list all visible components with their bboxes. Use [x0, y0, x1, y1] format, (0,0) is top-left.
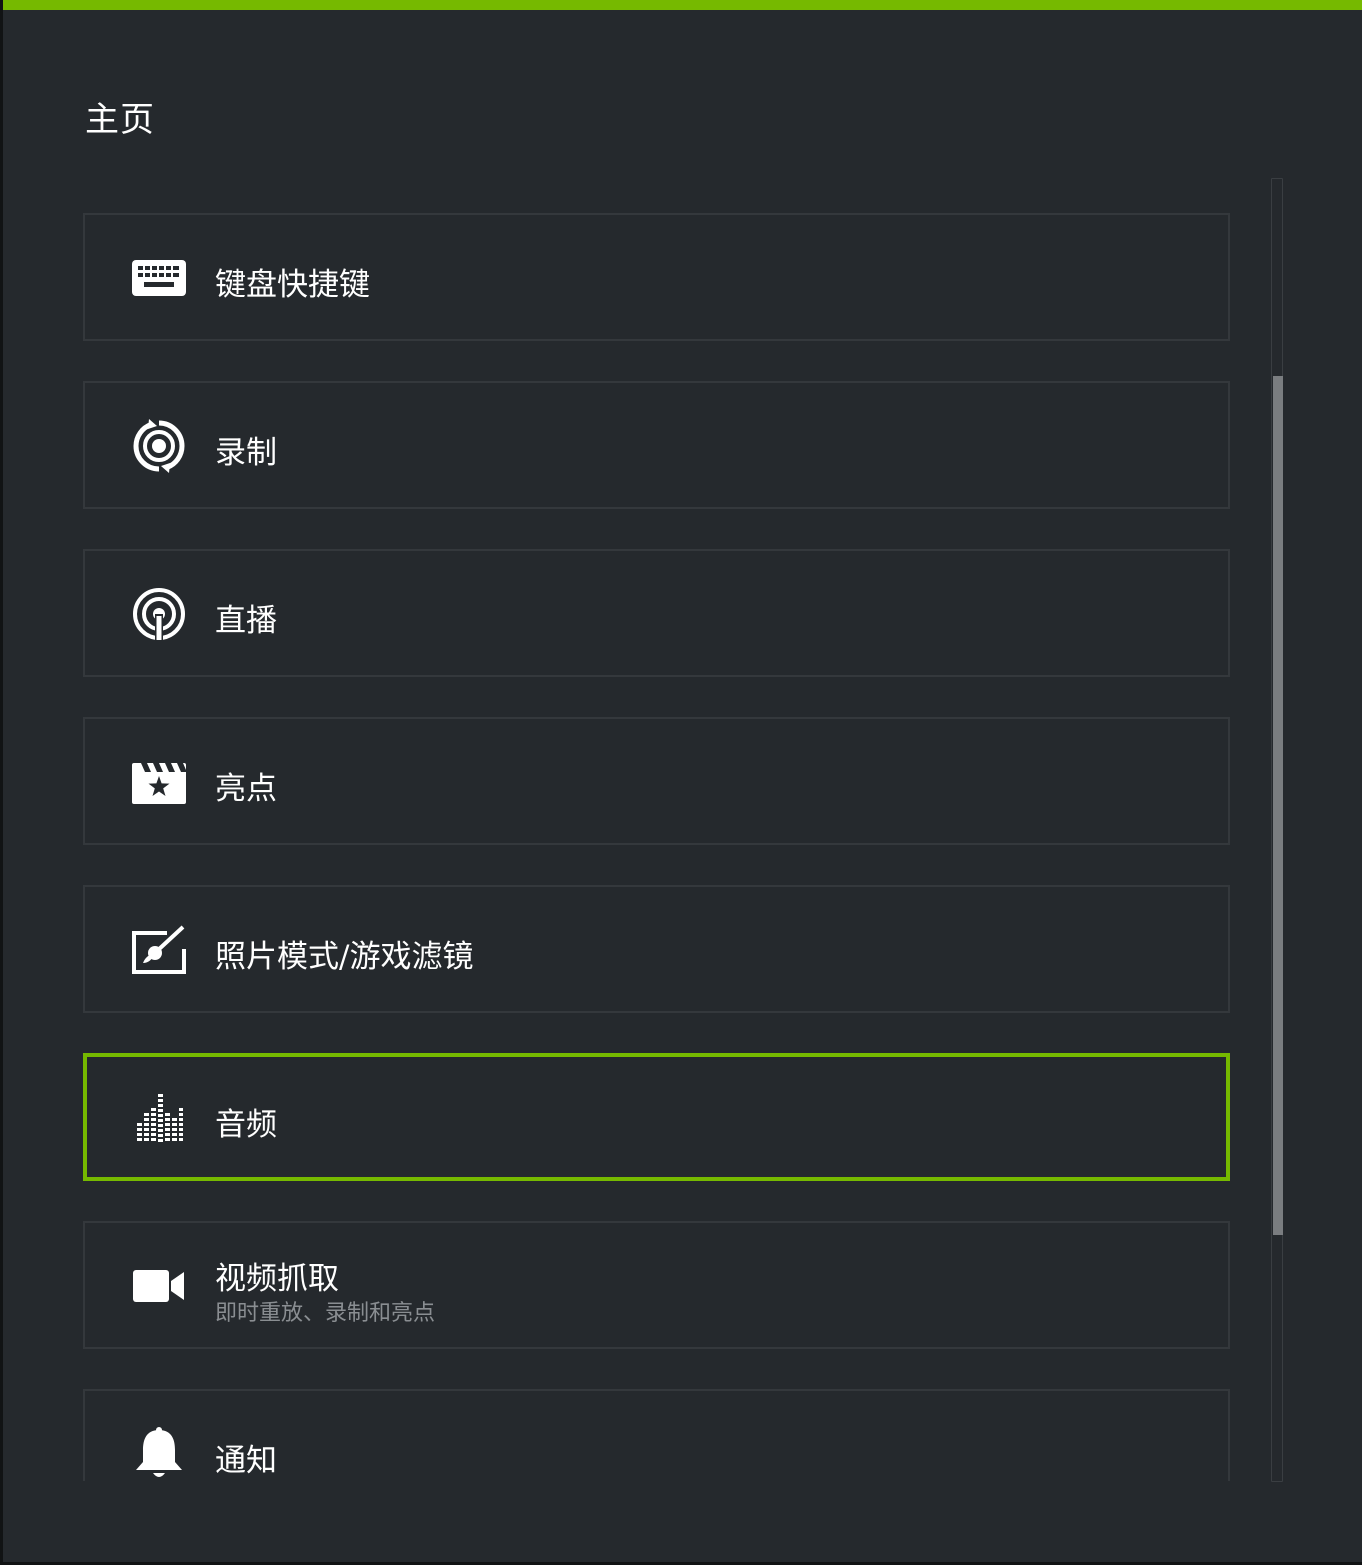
record-icon	[131, 418, 187, 474]
menu-item-label: 视频抓取	[215, 1261, 339, 1297]
menu-list: 键盘快捷键 录制 直播 亮点 照片模式/游戏滤镜 音频 视频抓取 即时重放、录制…	[83, 213, 1234, 1481]
menu-item-broadcast[interactable]: 直播	[83, 549, 1230, 677]
accent-bar	[3, 0, 1362, 10]
video-camera-icon	[131, 1258, 187, 1314]
menu-item-record[interactable]: 录制	[83, 381, 1230, 509]
highlights-icon	[131, 754, 187, 810]
photo-mode-icon	[131, 922, 187, 978]
menu-item-label: 录制	[215, 435, 277, 471]
menu-item-label: 音频	[215, 1107, 277, 1143]
home-panel: 主页 键盘快捷键 录制 直播 亮点 照片模式/游戏滤镜 音频 视频抓取 即时重放…	[3, 0, 1362, 1562]
audio-icon	[131, 1090, 187, 1146]
menu-item-audio[interactable]: 音频	[83, 1053, 1230, 1181]
menu-item-label: 键盘快捷键	[215, 267, 370, 303]
menu-item-label: 直播	[215, 603, 277, 639]
page-title: 主页	[85, 100, 155, 140]
menu-item-sublabel: 即时重放、录制和亮点	[215, 1301, 436, 1326]
broadcast-icon	[131, 586, 187, 642]
menu-item-label: 亮点	[215, 771, 277, 807]
scrollbar-track[interactable]	[1271, 178, 1283, 1482]
menu-item-notifications[interactable]: 通知	[83, 1389, 1230, 1481]
menu-item-highlights[interactable]: 亮点	[83, 717, 1230, 845]
menu-item-label: 照片模式/游戏滤镜	[215, 939, 474, 975]
bell-icon	[131, 1426, 187, 1481]
menu-item-photo-mode[interactable]: 照片模式/游戏滤镜	[83, 885, 1230, 1013]
menu-item-keyboard-shortcuts[interactable]: 键盘快捷键	[83, 213, 1230, 341]
menu-item-video-capture[interactable]: 视频抓取 即时重放、录制和亮点	[83, 1221, 1230, 1349]
scrollbar-thumb[interactable]	[1273, 376, 1283, 1235]
menu-item-label: 通知	[215, 1443, 277, 1479]
keyboard-icon	[131, 250, 187, 306]
